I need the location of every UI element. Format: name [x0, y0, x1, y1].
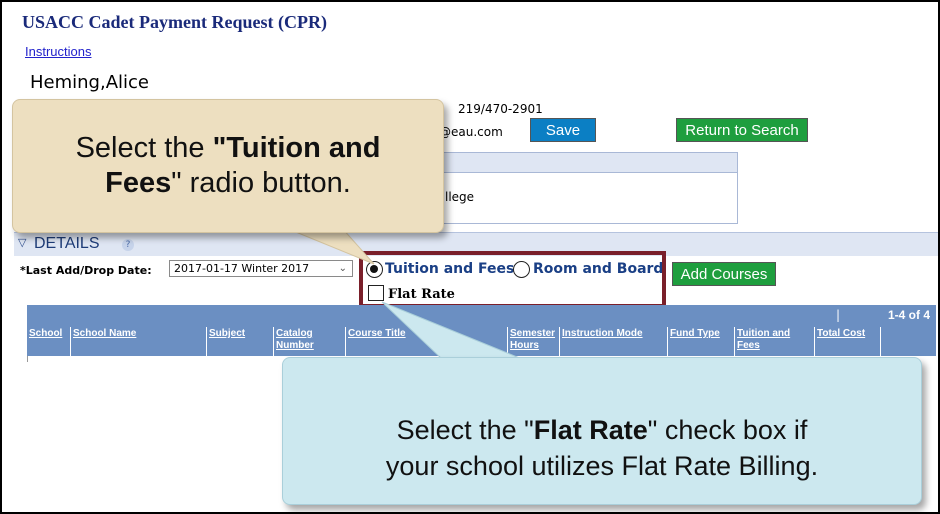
- save-button[interactable]: Save: [530, 118, 596, 142]
- flat-rate-callout-text: Select the ": [396, 415, 534, 445]
- flat-rate-callout-line1: Select the "Flat Rate" check box if: [386, 412, 818, 448]
- column-header-school[interactable]: School: [27, 327, 71, 356]
- return-to-search-button[interactable]: Return to Search: [676, 118, 808, 142]
- flat-rate-callout-text-2: " check box if: [647, 415, 808, 445]
- student-name: Heming,Alice: [30, 72, 149, 93]
- column-header-catalog-number[interactable]: Catalog Number: [274, 327, 346, 356]
- collapse-toggle-icon[interactable]: ▽: [18, 236, 26, 249]
- column-header-semester-hours[interactable]: Semester Hours: [508, 327, 560, 356]
- school-info-box: llege: [412, 152, 738, 224]
- column-header-total-cost[interactable]: Total Cost: [815, 327, 881, 356]
- grid-pager: 1-4 of 4: [887, 308, 930, 322]
- chevron-down-icon: ⌄: [338, 263, 347, 274]
- add-courses-button[interactable]: Add Courses: [672, 262, 776, 286]
- tuition-callout-line2: Fees" radio button.: [105, 166, 351, 201]
- school-info-box-header: [413, 153, 737, 173]
- column-header-fund-type[interactable]: Fund Type: [668, 327, 735, 356]
- school-name-fragment: llege: [445, 190, 475, 204]
- tuition-callout-bold-2: Fees: [105, 167, 172, 199]
- column-header-school-name[interactable]: School Name: [71, 327, 207, 356]
- student-email: @eau.com: [439, 125, 503, 139]
- flat-rate-callout-bold: Flat Rate: [533, 415, 648, 445]
- page-title: USACC Cadet Payment Request (CPR): [22, 12, 327, 32]
- highlight-box: [359, 251, 666, 308]
- column-header-blank: [881, 327, 936, 356]
- tuition-callout: Select the "Tuition and Fees" radio butt…: [12, 99, 444, 233]
- last-add-drop-date-label: *Last Add/Drop Date:: [20, 264, 152, 277]
- flat-rate-callout: Select the "Flat Rate" check box if your…: [282, 357, 922, 505]
- flat-rate-callout-body: Select the "Flat Rate" check box if your…: [386, 412, 818, 484]
- pager-separator: |: [835, 308, 840, 322]
- column-header-instruction-mode[interactable]: Instruction Mode: [560, 327, 668, 356]
- tuition-callout-text-2: " radio button.: [171, 167, 351, 199]
- column-header-tuition-and-fees[interactable]: Tuition and Fees: [735, 327, 815, 356]
- flat-rate-callout-line2: your school utilizes Flat Rate Billing.: [385, 451, 819, 481]
- grid-header-row: School School Name Subject Catalog Numbe…: [27, 327, 936, 356]
- grid-pager-bar: | 1-4 of 4: [27, 305, 936, 327]
- screenshot-frame: USACC Cadet Payment Request (CPR) Instru…: [0, 0, 940, 514]
- column-header-subject[interactable]: Subject: [207, 327, 274, 356]
- details-label: DETAILS: [34, 235, 100, 252]
- instructions-link[interactable]: Instructions: [25, 44, 91, 59]
- column-header-course-title[interactable]: Course Title: [346, 327, 508, 356]
- help-icon[interactable]: ?: [122, 239, 134, 251]
- tuition-callout-text: Select the: [75, 132, 213, 164]
- last-add-drop-date-select[interactable]: 2017-01-17 Winter 2017 ⌄: [169, 260, 353, 277]
- tuition-callout-bold: "Tuition and: [212, 132, 381, 164]
- student-phone: 219/470-2901: [458, 102, 543, 116]
- tuition-callout-line1: Select the "Tuition and: [76, 131, 381, 166]
- date-select-value: 2017-01-17 Winter 2017: [174, 262, 310, 275]
